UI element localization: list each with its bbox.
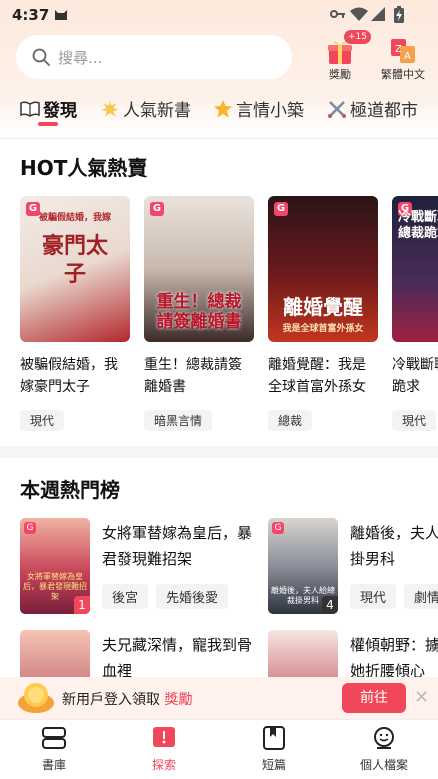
book-title: 冷戰斷聯，總裁跪求 bbox=[392, 357, 438, 395]
book-title: 離婚後，夫人掛男科 bbox=[350, 524, 438, 568]
publisher-logo: G bbox=[274, 202, 288, 216]
bookshelf-icon bbox=[42, 727, 66, 749]
swords-icon bbox=[328, 100, 346, 118]
bookmark-icon bbox=[263, 726, 285, 750]
hot-books-carousel[interactable]: G 被騙假結婚，我嫁 豪門太子 被騙假結婚，我嫁豪門太子 現代 G 重生！總裁請… bbox=[0, 196, 438, 436]
translate-icon: Z A bbox=[391, 39, 415, 63]
nav-label: 個人檔案 bbox=[359, 758, 408, 772]
category-tabs: 發現 人氣新書 言情小築 極道都市 bbox=[0, 92, 438, 132]
header-divider bbox=[0, 138, 438, 139]
book-tag: 暗黑言情 bbox=[144, 410, 213, 431]
book-cover: G 離婚後，夫人給總裁掛男科 4 bbox=[268, 518, 338, 614]
profile-icon bbox=[374, 727, 394, 749]
promo-message: 新用戶登入領取 bbox=[62, 692, 160, 708]
book-cover: G 冷戰斷聯總裁跪求 bbox=[392, 196, 438, 342]
cover-title: 重生！總裁請簽離婚書 bbox=[156, 292, 242, 332]
rank-badge: 1 bbox=[74, 596, 90, 614]
tab-popular-new[interactable]: 人氣新書 bbox=[100, 96, 191, 121]
book-title: 女將軍替嫁為皇后，暴君發現難招架 bbox=[102, 524, 253, 568]
book-card[interactable]: G 冷戰斷聯總裁跪求 冷戰斷聯，總裁跪求 現代 bbox=[392, 196, 438, 431]
bottom-navigation: 書庫 探索 短篇 個人檔案 bbox=[0, 719, 438, 779]
search-input[interactable]: 搜尋... bbox=[16, 35, 292, 79]
book-card[interactable]: G 重生！總裁請簽離婚書 重生！總裁請簽離婚書 暗黑言情 bbox=[144, 196, 254, 431]
cover-title: 豪門太子 bbox=[41, 233, 108, 287]
publisher-logo: G bbox=[150, 202, 164, 216]
book-tag: 劇情 bbox=[404, 584, 438, 609]
book-cover: G 女將軍替嫁為皇后，暴君發現難招架 1 bbox=[20, 518, 90, 614]
publisher-logo: G bbox=[24, 522, 36, 534]
search-icon bbox=[32, 48, 50, 66]
tab-label: 言情小築 bbox=[236, 101, 304, 121]
tab-urban[interactable]: 極道都市 bbox=[327, 96, 418, 121]
rank-badge: 4 bbox=[322, 596, 338, 614]
cover-subtitle: 我是全球首富外孫女 bbox=[282, 324, 364, 334]
section-separator bbox=[0, 446, 438, 458]
book-title: 離婚覺醒：我是全球首富外孫女 bbox=[268, 357, 366, 395]
book-title: 被騙假結婚，我嫁豪門太子 bbox=[20, 357, 118, 395]
tab-label: 極道都市 bbox=[350, 101, 418, 121]
app-notification-icon bbox=[55, 10, 67, 20]
sparkle-icon bbox=[101, 99, 119, 117]
signal-icon bbox=[371, 7, 385, 21]
book-tag: 現代 bbox=[392, 410, 437, 431]
publisher-logo: G bbox=[272, 522, 284, 534]
vpn-key-icon bbox=[330, 10, 345, 18]
book-tag: 總裁 bbox=[268, 410, 313, 431]
nav-library[interactable]: 書庫 bbox=[14, 726, 94, 773]
hot-section-title: HOT人氣熱賣 bbox=[20, 156, 148, 180]
book-cover: G 重生！總裁請簽離婚書 bbox=[144, 196, 254, 342]
reward-label: 獎勵 bbox=[329, 68, 351, 81]
new-user-promo-banner[interactable]: 新用戶登入領取 獎勵 前往 ✕ bbox=[0, 677, 438, 719]
book-cover: G 被騙假結婚，我嫁 豪門太子 bbox=[20, 196, 130, 342]
tab-romance[interactable]: 言情小築 bbox=[213, 96, 304, 121]
coin-icon bbox=[18, 683, 54, 713]
reward-badge: +15 bbox=[344, 30, 371, 44]
promo-text: 新用戶登入領取 獎勵 bbox=[62, 689, 192, 709]
tab-label: 人氣新書 bbox=[123, 101, 191, 121]
status-time: 4:37 bbox=[12, 6, 50, 24]
book-card[interactable]: G 被騙假結婚，我嫁 豪門太子 被騙假結婚，我嫁豪門太子 現代 bbox=[20, 196, 130, 431]
svg-text:Z: Z bbox=[395, 44, 402, 55]
explore-icon bbox=[153, 727, 175, 747]
cover-title: 離婚覺醒 bbox=[283, 295, 363, 319]
nav-label: 短篇 bbox=[261, 758, 286, 772]
promo-highlight: 獎勵 bbox=[164, 692, 193, 708]
nav-label: 書庫 bbox=[41, 758, 66, 772]
battery-icon bbox=[394, 6, 404, 23]
nav-label: 探索 bbox=[151, 758, 176, 772]
active-tab-indicator bbox=[38, 122, 58, 126]
status-bar: 4:37 bbox=[0, 0, 438, 30]
star-icon bbox=[214, 99, 232, 117]
nav-short-stories[interactable]: 短篇 bbox=[234, 726, 314, 773]
tab-label: 發現 bbox=[43, 101, 77, 121]
cover-title: 冷戰斷聯總裁跪求 bbox=[398, 210, 438, 241]
ranking-item[interactable]: G 離婚後，夫人給總裁掛男科 4 離婚後，夫人掛男科 現代 劇情 bbox=[268, 518, 438, 618]
language-label: 繁體中文 bbox=[381, 68, 425, 81]
nav-profile[interactable]: 個人檔案 bbox=[344, 726, 424, 773]
svg-text:A: A bbox=[404, 51, 411, 62]
book-tags: 後宮 先婚後愛 bbox=[102, 584, 236, 609]
wifi-icon bbox=[350, 7, 368, 21]
book-tag: 先婚後愛 bbox=[156, 584, 229, 609]
book-tags: 現代 劇情 bbox=[350, 584, 438, 609]
close-icon[interactable]: ✕ bbox=[414, 687, 429, 708]
weekly-section-title: 本週熱門榜 bbox=[20, 478, 120, 502]
book-tag: 後宮 bbox=[102, 584, 149, 609]
promo-go-button[interactable]: 前往 bbox=[342, 683, 406, 713]
ranking-item[interactable]: G 女將軍替嫁為皇后，暴君發現難招架 1 女將軍替嫁為皇后，暴君發現難招架 後宮… bbox=[20, 518, 260, 618]
book-tag: 現代 bbox=[350, 584, 397, 609]
book-tag: 現代 bbox=[20, 410, 65, 431]
book-title: 重生！總裁請簽離婚書 bbox=[144, 357, 242, 395]
reward-button[interactable]: +15 獎勵 bbox=[318, 30, 371, 82]
search-placeholder: 搜尋... bbox=[58, 48, 103, 67]
nav-explore[interactable]: 探索 bbox=[124, 726, 204, 773]
tab-discover[interactable]: 發現 bbox=[20, 96, 77, 121]
cover-subtitle: 被騙假結婚，我嫁 bbox=[38, 213, 111, 223]
book-cover: G 離婚覺醒 我是全球首富外孫女 bbox=[268, 196, 378, 342]
book-card[interactable]: G 離婚覺醒 我是全球首富外孫女 離婚覺醒：我是全球首富外孫女 總裁 bbox=[268, 196, 378, 431]
language-button[interactable]: Z A 繁體中文 bbox=[378, 36, 428, 82]
book-icon bbox=[20, 100, 40, 117]
